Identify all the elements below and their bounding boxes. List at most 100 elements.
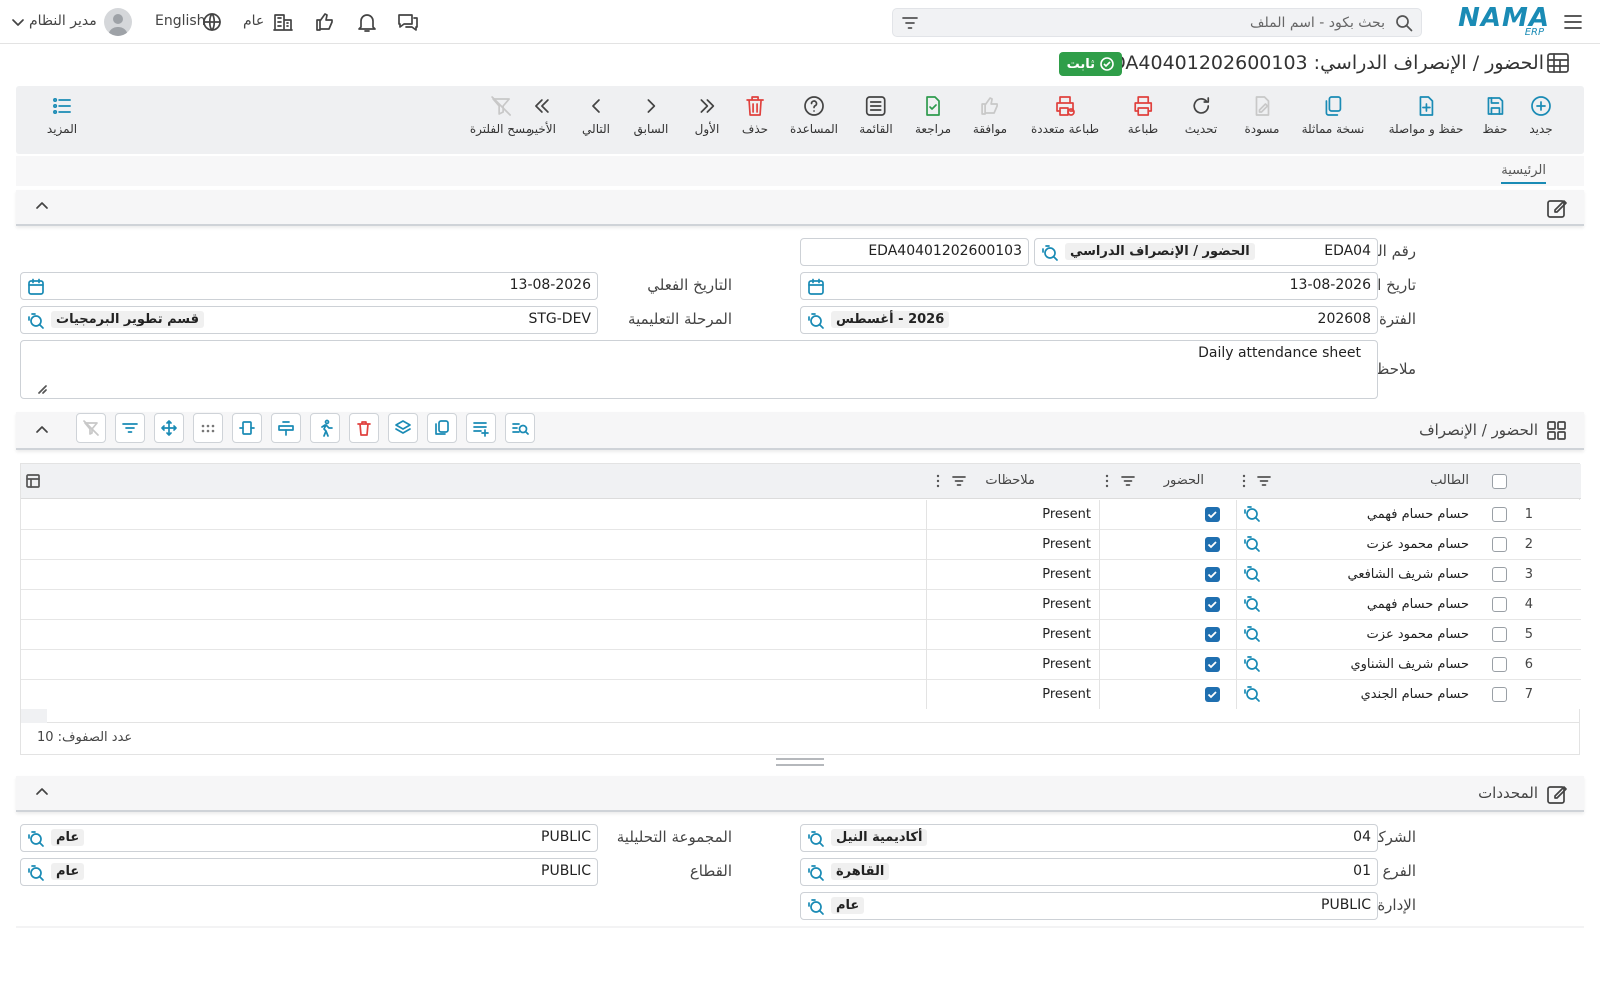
lookup-icon[interactable] (807, 830, 825, 848)
notifications-bell-icon[interactable] (355, 10, 379, 34)
search-icon[interactable] (1395, 14, 1413, 32)
avatar[interactable] (104, 8, 132, 36)
previous-record-button[interactable]: السابق (634, 94, 668, 136)
chat-icon[interactable] (396, 10, 420, 34)
column-header-notes[interactable]: ملاحظات (985, 473, 1035, 488)
table-row[interactable]: 5 حسام محمود عزت Present (21, 620, 1581, 650)
notes-textarea[interactable]: Daily attendance sheet (20, 340, 1378, 399)
lookup-icon[interactable] (1243, 565, 1261, 583)
more-button[interactable]: المزيد (47, 94, 77, 136)
attendance-checkbox[interactable] (1205, 567, 1220, 582)
resize-handle-icon[interactable] (37, 384, 47, 394)
lookup-icon[interactable] (807, 312, 825, 330)
grid-copy-button[interactable] (427, 413, 457, 443)
grid-filter-button[interactable] (115, 413, 145, 443)
table-row[interactable]: 7 حسام حسام الجندي Present (21, 680, 1581, 709)
tab-main[interactable]: الرئيسية (1501, 163, 1546, 184)
table-settings-icon[interactable] (25, 473, 41, 489)
lookup-icon[interactable] (807, 864, 825, 882)
lookup-icon[interactable] (1243, 535, 1261, 553)
calendar-icon[interactable] (27, 278, 45, 296)
approvals-thumb-icon[interactable] (313, 10, 337, 34)
help-button[interactable]: المساعدة (790, 94, 838, 136)
row-select-checkbox[interactable] (1492, 537, 1507, 552)
user-menu[interactable]: مدير النظام (29, 13, 97, 29)
attendance-checkbox[interactable] (1205, 687, 1220, 702)
save-continue-button[interactable]: حفظ و مواصلة (1389, 94, 1463, 136)
grid-add-row-button[interactable] (466, 413, 496, 443)
column-filter-icon[interactable] (951, 473, 967, 489)
table-row[interactable]: 1 حسام حسام فهمي Present (21, 500, 1581, 530)
collapse-chevron-up-icon[interactable] (34, 784, 50, 800)
first-record-button[interactable]: الأول (695, 94, 719, 136)
lookup-icon[interactable] (27, 312, 45, 330)
lookup-icon[interactable] (1243, 655, 1261, 673)
scope-label[interactable]: عام (243, 13, 264, 29)
lookup-icon[interactable] (27, 864, 45, 882)
hamburger-menu-icon[interactable] (1562, 11, 1584, 33)
row-select-checkbox[interactable] (1492, 627, 1507, 642)
splitter-handle[interactable] (776, 758, 824, 766)
actual-date-field[interactable]: 13-08-2026 (20, 272, 598, 300)
select-all-checkbox[interactable] (1492, 474, 1507, 489)
delete-button[interactable]: حذف (742, 94, 768, 136)
chevron-down-icon[interactable] (10, 14, 26, 30)
clear-filter-button[interactable]: مسح الفلترة (470, 94, 532, 136)
print-button[interactable]: طباعة (1128, 94, 1158, 136)
table-row[interactable]: 2 حسام محمود عزت Present (21, 530, 1581, 560)
collapse-chevron-up-icon[interactable] (34, 422, 50, 438)
column-filter-icon[interactable] (1120, 473, 1136, 489)
row-select-checkbox[interactable] (1492, 567, 1507, 582)
company-building-icon[interactable] (272, 11, 294, 33)
grid-move-button[interactable] (154, 413, 184, 443)
lookup-icon[interactable] (1243, 685, 1261, 703)
edit-section-icon[interactable] (1546, 197, 1568, 219)
grid-fit-button[interactable] (232, 413, 262, 443)
sector-field[interactable]: PUBLIC عام (20, 858, 598, 886)
nama-logo[interactable]: NAMA ERP (1458, 3, 1550, 39)
table-row[interactable]: 6 حسام شريف الشناوي Present (21, 650, 1581, 680)
collapse-chevron-up-icon[interactable] (34, 198, 50, 214)
column-header-attendance[interactable]: الحضور (1164, 473, 1204, 488)
filter-icon[interactable] (901, 14, 919, 32)
column-menu-icon[interactable] (935, 473, 941, 489)
grid-clear-filter-button[interactable] (76, 413, 106, 443)
table-row[interactable]: 4 حسام حسام فهمي Present (21, 590, 1581, 620)
department-field[interactable]: PUBLIC عام (800, 892, 1378, 920)
row-select-checkbox[interactable] (1492, 597, 1507, 612)
draft-button[interactable]: مسودة (1245, 94, 1279, 136)
grid-search-button[interactable] (505, 413, 535, 443)
column-menu-icon[interactable] (1241, 473, 1247, 489)
column-filter-icon[interactable] (1256, 473, 1272, 489)
attendance-checkbox[interactable] (1205, 657, 1220, 672)
analytic-group-field[interactable]: PUBLIC عام (20, 824, 598, 852)
grid-layers-button[interactable] (388, 413, 418, 443)
attendance-checkbox[interactable] (1205, 507, 1220, 522)
grid-dots-button[interactable] (193, 413, 223, 443)
list-button[interactable]: القائمة (859, 94, 893, 136)
grid-insert-row-button[interactable] (271, 413, 301, 443)
column-header-student[interactable]: الطالب (1430, 473, 1469, 488)
multi-print-button[interactable]: طباعة متعددة (1031, 94, 1099, 136)
grid-run-button[interactable] (310, 413, 340, 443)
lookup-icon[interactable] (1243, 595, 1261, 613)
row-select-checkbox[interactable] (1492, 687, 1507, 702)
review-button[interactable]: مراجعة (915, 94, 951, 136)
attendance-checkbox[interactable] (1205, 537, 1220, 552)
column-menu-icon[interactable] (1104, 473, 1110, 489)
row-select-checkbox[interactable] (1492, 657, 1507, 672)
stage-field[interactable]: STG-DEV قسم تطوير البرمجيات (20, 306, 598, 334)
language-switch[interactable]: English (155, 13, 206, 29)
period-field[interactable]: 202608 2026 - أغسطس (800, 306, 1378, 334)
calendar-icon[interactable] (807, 278, 825, 296)
attendance-checkbox[interactable] (1205, 597, 1220, 612)
last-record-button[interactable]: الأخير (528, 94, 556, 136)
lookup-icon[interactable] (1243, 505, 1261, 523)
new-button[interactable]: جديد (1529, 94, 1553, 136)
edit-date-field[interactable]: 13-08-2026 (800, 272, 1378, 300)
table-row[interactable]: 3 حسام شريف الشافعي Present (21, 560, 1581, 590)
save-button[interactable]: حفظ (1483, 94, 1507, 136)
approve-button[interactable]: موافقة (973, 94, 1007, 136)
lookup-icon[interactable] (1243, 625, 1261, 643)
lookup-icon[interactable] (807, 898, 825, 916)
